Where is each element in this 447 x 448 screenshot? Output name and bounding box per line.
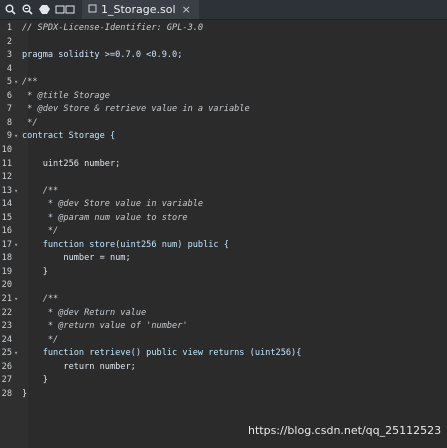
code-line: 23 * @return value of 'number'	[1, 321, 188, 332]
zoom-icon[interactable]	[20, 3, 34, 17]
tab-filename: 1_Storage.sol	[101, 3, 176, 16]
code-line: 12	[1, 172, 12, 183]
file-icon	[88, 3, 97, 16]
code-line: 1// SPDX-License-Identifier: GPL-3.0	[6, 23, 204, 33]
watermark-url: https://blog.csdn.net/qq_25112523	[248, 424, 442, 437]
code-line: 13 ▾ /**	[0, 185, 447, 199]
code-line: 17 ▾ function store(uint256 num) public {	[0, 239, 447, 253]
code-editor[interactable]: 1// SPDX-License-Identifier: GPL-3.0 2 3…	[0, 20, 447, 448]
app-icon[interactable]	[37, 3, 51, 17]
fold-arrow-icon[interactable]: ▾	[14, 130, 18, 144]
code-line: 20	[1, 280, 12, 291]
code-line: 9 ▾ contract Storage {	[0, 130, 447, 144]
code-line: 4	[6, 63, 12, 74]
split-icon[interactable]	[54, 3, 76, 17]
code-line: 8 */	[6, 117, 38, 128]
fold-arrow-icon[interactable]: ▾	[14, 185, 18, 199]
code-line: 22 * @dev Return value	[1, 307, 147, 318]
code-line: 24 */	[1, 334, 59, 345]
fold-arrow-icon[interactable]: ▾	[14, 293, 18, 307]
code-line: 28}	[1, 388, 28, 399]
code-line: 6 * @title Storage	[6, 90, 110, 101]
editor-toolbar: 1_Storage.sol ×	[0, 0, 447, 20]
code-line: 11 uint256 number;	[1, 158, 121, 169]
search-icon[interactable]	[3, 3, 17, 17]
code-line: 18 number = num;	[1, 253, 131, 264]
code-line: 2	[6, 36, 12, 47]
code-line: 7 * @dev Store & retrieve value in a var…	[6, 104, 250, 115]
code-line: 26 return number;	[1, 361, 136, 372]
close-icon[interactable]: ×	[182, 3, 191, 16]
code-line: 25 ▾ function retrieve() public view retu…	[0, 347, 447, 361]
fold-arrow-icon[interactable]: ▾	[14, 239, 18, 253]
tab-storage[interactable]: 1_Storage.sol ×	[82, 0, 199, 19]
code-line: 16 */	[1, 226, 59, 237]
fold-arrow-icon[interactable]: ▾	[14, 347, 18, 361]
code-line: 10	[1, 144, 12, 155]
code-line: 5 ▾/**	[0, 76, 447, 90]
code-line: 27 }	[1, 375, 48, 386]
fold-arrow-icon[interactable]: ▾	[14, 76, 18, 90]
code-line: 14 * @dev Store value in variable	[1, 199, 204, 210]
code-line: 21 ▾ /**	[0, 293, 447, 307]
code-line: 15 * @param num value to store	[1, 212, 188, 223]
code-line: 19 }	[1, 266, 48, 277]
code-line: 3 pragma solidity >=0.7.0 <0.9.0;	[6, 50, 183, 61]
